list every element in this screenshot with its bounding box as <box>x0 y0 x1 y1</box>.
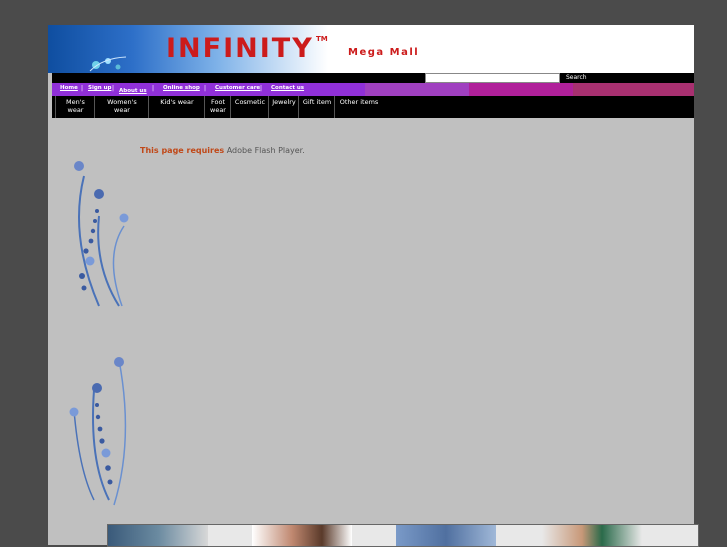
flower-ornament-icon <box>69 357 127 506</box>
category-label: Cosmetic <box>234 98 266 106</box>
nav-separator: | <box>260 85 263 92</box>
nav-stripe <box>573 83 694 96</box>
category-men-s[interactable]: Men's wear <box>55 96 95 118</box>
category-gift-item[interactable]: Gift item <box>298 96 335 118</box>
nav-stripe <box>365 83 469 96</box>
nav-link-home[interactable]: Home <box>60 85 78 91</box>
category-label: Women's <box>107 98 137 106</box>
nav-separator: | <box>81 85 84 92</box>
category-label: wear <box>67 106 84 114</box>
trademark-mark: TM <box>316 35 328 43</box>
category-kid-s-wear[interactable]: Kid's wear <box>148 96 205 118</box>
flash-requires-text: This page requires <box>140 146 225 155</box>
top-nav: Home Sign up About us Online shop Customer c… <box>52 83 694 96</box>
flower-ornament-icon <box>89 56 127 72</box>
main-content: This page requires Adobe Flash Player. <box>48 118 699 547</box>
category-other-items[interactable]: Other items <box>334 96 383 118</box>
nav-separator: | <box>204 85 207 92</box>
category-label: wear <box>210 106 226 114</box>
category-label: Foot <box>210 98 225 106</box>
product-photo[interactable] <box>542 525 642 546</box>
product-photo[interactable] <box>252 525 352 546</box>
category-jewelry[interactable]: Jewelry <box>268 96 299 118</box>
header-banner: INFINITY TM Mega Mall <box>48 25 694 73</box>
product-photo[interactable] <box>108 525 208 546</box>
category-label: Jewelry <box>272 98 296 106</box>
category-label: Men's <box>66 98 85 106</box>
search-bar: Search <box>52 73 694 83</box>
nav-separator: | <box>152 85 155 92</box>
product-photo-strip <box>107 524 699 547</box>
flash-player-link[interactable]: Adobe Flash Player. <box>227 146 305 155</box>
site-tagline: Mega Mall <box>348 47 420 58</box>
category-cosmetic[interactable]: Cosmetic <box>230 96 269 118</box>
site-logo[interactable]: INFINITY <box>166 33 314 65</box>
search-button[interactable]: Search <box>563 73 590 82</box>
nav-link-customer-care[interactable]: Customer care <box>215 85 260 91</box>
category-nav: Men's wear Women's wear Kid's wear Foot wear Co… <box>52 96 694 118</box>
nav-link-contact-us[interactable]: Contact us <box>271 85 304 91</box>
flower-ornament-icon <box>74 161 129 307</box>
category-foot[interactable]: Foot wear <box>204 96 231 118</box>
nav-link-sign-up[interactable]: Sign up <box>88 85 111 91</box>
nav-link-about-us[interactable]: About us <box>119 88 147 94</box>
nav-link-online-shop[interactable]: Online shop <box>163 85 200 91</box>
category-women-s[interactable]: Women's wear <box>94 96 149 118</box>
nav-separator: | <box>112 85 115 92</box>
page-container: INFINITY TM Mega Mall Search Home Sign up… <box>48 25 699 547</box>
flash-required-message: This page requires Adobe Flash Player. <box>140 146 305 155</box>
search-input[interactable] <box>425 73 560 83</box>
product-photo[interactable] <box>396 525 496 546</box>
category-label: wear <box>114 106 130 114</box>
nav-stripe <box>469 83 573 96</box>
category-label: Other items <box>339 98 379 106</box>
category-label: Gift item <box>302 98 332 106</box>
category-label: Kid's wear <box>160 98 194 106</box>
